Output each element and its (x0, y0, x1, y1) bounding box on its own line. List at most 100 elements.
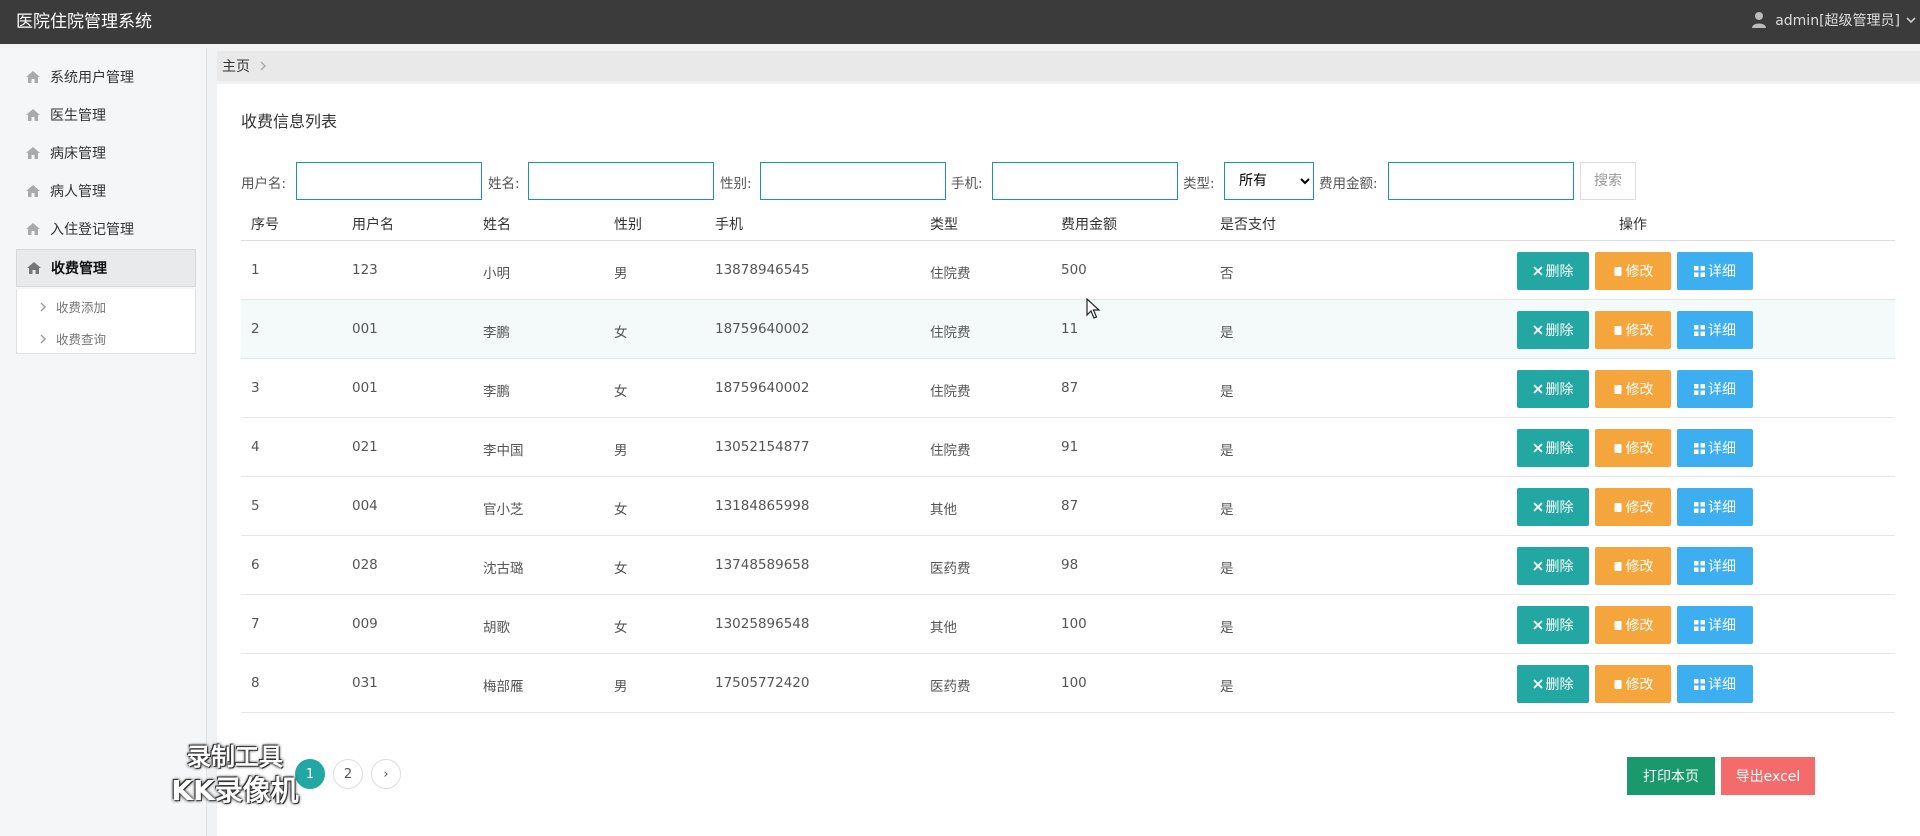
close-icon (1532, 325, 1543, 335)
amount-input[interactable] (1388, 162, 1574, 200)
detail-label: 详细 (1708, 500, 1736, 516)
edit-icon (1614, 679, 1621, 689)
table-row: 5 004 官小芝 女 13184865998 其他 87 是 删除 修改 详细 (241, 477, 1895, 536)
edit-button[interactable]: 修改 (1595, 547, 1671, 585)
name-input[interactable] (528, 162, 714, 200)
watermark-line-2: KK录像机 (171, 774, 299, 807)
sidebar-item-beds[interactable]: 病床管理 (16, 134, 196, 172)
close-icon (1532, 266, 1543, 276)
row-actions: 删除 修改 详细 (1517, 311, 1753, 349)
edit-button[interactable]: 修改 (1595, 252, 1671, 290)
delete-button[interactable]: 删除 (1517, 252, 1589, 290)
cell-phone: 13184865998 (715, 498, 810, 514)
phone-input[interactable] (992, 162, 1178, 200)
detail-button[interactable]: 详细 (1677, 606, 1753, 644)
cell-no: 7 (251, 616, 260, 632)
detail-button[interactable]: 详细 (1677, 665, 1753, 703)
cell-phone: 13025896548 (715, 616, 810, 632)
cell-name: 小明 (483, 266, 510, 282)
detail-button[interactable]: 详细 (1677, 488, 1753, 526)
submenu-fees: 收费添加 收费查询 (16, 289, 196, 354)
table-row: 1 123 小明 男 13878946545 住院费 500 否 删除 修改 详细 (241, 241, 1895, 300)
edit-button[interactable]: 修改 (1595, 665, 1671, 703)
close-icon (1532, 620, 1543, 630)
grid-icon (1694, 619, 1705, 631)
detail-button[interactable]: 详细 (1677, 370, 1753, 408)
delete-button[interactable]: 删除 (1517, 488, 1589, 526)
cell-name: 李鹏 (483, 325, 510, 341)
delete-button[interactable]: 删除 (1517, 311, 1589, 349)
print-button[interactable]: 打印本页 (1627, 757, 1715, 795)
submenu-item-add-fee[interactable]: 收费添加 (39, 297, 106, 316)
edit-button[interactable]: 修改 (1595, 606, 1671, 644)
gender-label: 性别: (720, 176, 752, 192)
sidebar-item-patients[interactable]: 病人管理 (16, 172, 196, 210)
cell-paid: 是 (1220, 561, 1234, 577)
cell-type: 其他 (930, 620, 957, 636)
edit-label: 修改 (1625, 500, 1654, 516)
submenu-item-query-fee[interactable]: 收费查询 (39, 329, 106, 348)
delete-button[interactable]: 删除 (1517, 429, 1589, 467)
gender-input[interactable] (760, 162, 946, 200)
cell-gender: 男 (614, 679, 628, 695)
edit-button[interactable]: 修改 (1595, 429, 1671, 467)
sidebar-item-users[interactable]: 系统用户管理 (16, 58, 196, 96)
cell-username: 004 (352, 498, 378, 514)
user-menu[interactable]: admin[超级管理员] (1751, 10, 1916, 30)
detail-button[interactable]: 详细 (1677, 252, 1753, 290)
col-type: 类型 (930, 217, 958, 233)
phone-label: 手机: (951, 176, 983, 192)
detail-button[interactable]: 详细 (1677, 311, 1753, 349)
sidebar-item-fees[interactable]: 收费管理 (16, 249, 196, 287)
cell-amount: 87 (1061, 498, 1079, 514)
pagination: 1 2 › (295, 759, 401, 789)
detail-label: 详细 (1708, 559, 1736, 575)
page-2-button[interactable]: 2 (333, 759, 363, 789)
grid-icon (1694, 560, 1705, 572)
table-row: 3 001 李鹏 女 18759640002 住院费 87 是 删除 修改 详细 (241, 359, 1895, 418)
sidebar-item-doctors[interactable]: 医生管理 (16, 96, 196, 134)
cell-username: 009 (352, 616, 378, 632)
edit-icon (1614, 266, 1621, 276)
sidebar-item-checkin[interactable]: 入住登记管理 (16, 210, 196, 248)
export-excel-button[interactable]: 导出excel (1721, 757, 1815, 795)
delete-button[interactable]: 删除 (1517, 370, 1589, 408)
search-button[interactable]: 搜索 (1580, 162, 1636, 200)
user-icon (1752, 12, 1767, 28)
edit-button[interactable]: 修改 (1595, 370, 1671, 408)
cell-amount: 98 (1061, 557, 1079, 573)
cell-paid: 是 (1220, 443, 1234, 459)
delete-button[interactable]: 删除 (1517, 547, 1589, 585)
delete-label: 删除 (1545, 500, 1574, 516)
detail-label: 详细 (1708, 618, 1736, 634)
home-icon (27, 262, 41, 274)
edit-button[interactable]: 修改 (1595, 488, 1671, 526)
edit-label: 修改 (1625, 382, 1654, 398)
detail-button[interactable]: 详细 (1677, 547, 1753, 585)
breadcrumb-home[interactable]: 主页 (222, 56, 250, 76)
grid-icon (1694, 501, 1705, 513)
detail-button[interactable]: 详细 (1677, 429, 1753, 467)
cell-phone: 13052154877 (715, 439, 810, 455)
edit-label: 修改 (1625, 559, 1654, 575)
cell-amount: 87 (1061, 380, 1079, 396)
grid-icon (1694, 442, 1705, 454)
username-input[interactable] (296, 162, 482, 200)
delete-button[interactable]: 删除 (1517, 606, 1589, 644)
edit-label: 修改 (1625, 264, 1654, 280)
row-actions: 删除 修改 详细 (1517, 429, 1753, 467)
table-row: 7 009 胡歌 女 13025896548 其他 100 是 删除 修改 详细 (241, 595, 1895, 654)
next-page-button[interactable]: › (371, 759, 401, 789)
col-ops: 操作 (1619, 217, 1647, 233)
col-gender: 性别 (614, 217, 642, 233)
cell-paid: 否 (1220, 266, 1234, 282)
delete-button[interactable]: 删除 (1517, 665, 1589, 703)
cell-type: 其他 (930, 502, 957, 518)
type-select[interactable]: 所有 (1224, 162, 1314, 200)
cell-gender: 女 (614, 561, 628, 577)
edit-label: 修改 (1625, 618, 1654, 634)
edit-button[interactable]: 修改 (1595, 311, 1671, 349)
home-icon (26, 185, 40, 197)
row-actions: 删除 修改 详细 (1517, 370, 1753, 408)
chevron-right-icon (260, 61, 266, 71)
